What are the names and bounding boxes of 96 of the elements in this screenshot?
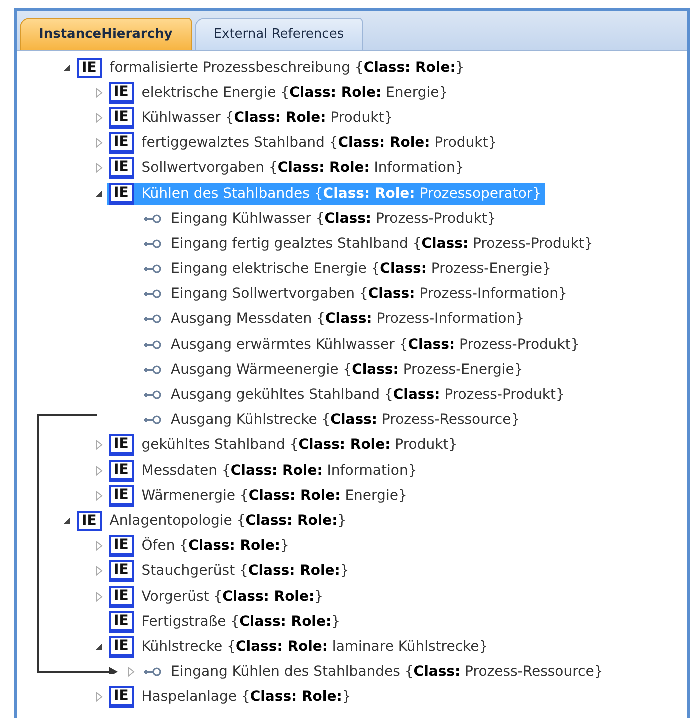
element-badge: IE <box>77 58 102 78</box>
item-label: formalisierte Prozessbeschreibung {Class: Role:} <box>110 60 465 76</box>
element-badge: IE <box>109 182 134 205</box>
tree-item[interactable]: IE gekühltes Stahlband {Class: Role: Produkt} <box>107 434 461 456</box>
plug-icon <box>143 340 163 350</box>
item-label: Sollwertvorgaben {Class: Role: Information} <box>142 160 464 176</box>
tree-item[interactable]: Ausgang Wärmeenergie {Class: Prozess-Energie} <box>139 358 526 381</box>
plug-icon <box>143 415 163 426</box>
tree-item[interactable]: Eingang Sollwertvorgaben {Class: Prozess-Information} <box>139 283 570 306</box>
collapsed-arrow-icon[interactable] <box>96 566 102 576</box>
tab[interactable]: InstanceHierarchy <box>20 18 192 50</box>
element-badge: IE <box>109 535 134 558</box>
element-badge: IE <box>109 82 134 104</box>
tree-item[interactable]: Ausgang Messdaten {Class: Prozess-Information} <box>139 308 528 330</box>
item-label: fertiggewalztes Stahlband {Class: Role: Produkt} <box>142 135 498 152</box>
tree-item[interactable]: IE elektrische Energie {Class: Role: Energie} <box>107 82 452 104</box>
item-label: Eingang fertig gealztes Stahlband {Class: Prozess-Produkt} <box>171 236 594 252</box>
expanded-arrow-icon[interactable] <box>63 516 71 525</box>
element-badge: IE <box>77 510 102 531</box>
element-badge: IE <box>109 560 134 582</box>
tab[interactable]: External References <box>194 18 364 50</box>
collapsed-arrow-icon[interactable] <box>128 667 134 678</box>
item-label: Stauchgerüst {Class: Role:} <box>142 563 350 580</box>
expanded-arrow-icon[interactable] <box>63 64 71 72</box>
item-label: Eingang Kühlwasser {Class: Prozess-Produkt} <box>171 210 496 227</box>
element-badge: IE <box>109 460 134 482</box>
tree-item[interactable]: IE Kühlwasser {Class: Role: Produkt} <box>107 106 396 129</box>
element-badge: IE <box>109 434 134 456</box>
expanded-arrow-icon[interactable] <box>95 190 103 198</box>
element-badge: IE <box>109 106 134 129</box>
collapsed-arrow-icon[interactable] <box>96 592 102 602</box>
item-label: elektrische Energie {Class: Role: Energie} <box>142 84 448 101</box>
item-label: Vorgerüst {Class: Role:} <box>142 588 324 605</box>
tree-item[interactable]: IE Sollwertvorgaben {Class: Role: Information} <box>107 157 468 180</box>
expanded-arrow-icon[interactable] <box>95 642 103 651</box>
plug-icon <box>143 667 163 678</box>
item-label: Eingang Kühlen des Stahlbandes {Class: Prozess-Ressource} <box>171 664 604 680</box>
plug-icon <box>143 238 163 249</box>
item-label: Ausgang Wärmeenergie {Class: Prozess-Energie} <box>171 362 524 378</box>
item-label: Kühlwasser {Class: Role: Produkt} <box>142 110 394 126</box>
item-label: Kühlen des Stahlbandes {Class: Role: Prozessoperator} <box>142 186 542 202</box>
element-badge: IE <box>109 157 134 180</box>
element-badge: IE <box>109 484 134 507</box>
tree-item[interactable]: IE Haspelanlage {Class: Role:} <box>107 686 354 708</box>
tree-item[interactable]: Ausgang erwärmtes Kühlwasser {Class: Prozess-Produkt} <box>139 334 583 356</box>
tree-item[interactable]: IE Messdaten {Class: Role: Information} <box>107 460 420 482</box>
element-badge: IE <box>109 610 134 633</box>
collapsed-arrow-icon[interactable] <box>96 466 102 476</box>
plug-icon <box>143 390 163 400</box>
item-label: Kühlstrecke {Class: Role: laminare Kühlstrecke} <box>142 638 488 655</box>
collapsed-arrow-icon[interactable] <box>96 163 102 174</box>
tree-item[interactable]: IE Kühlen des Stahlbandes {Class: Role: Prozessoperator} <box>107 182 545 205</box>
collapsed-arrow-icon[interactable] <box>96 692 102 702</box>
item-label: Ausgang Messdaten {Class: Prozess-Information} <box>171 311 525 328</box>
item-label: Ausgang erwärmtes Kühlwasser {Class: Prozess-Produkt} <box>171 336 580 353</box>
element-badge: IE <box>109 132 134 154</box>
collapsed-arrow-icon[interactable] <box>96 138 102 148</box>
element-badge: IE <box>109 636 134 658</box>
collapsed-arrow-icon[interactable] <box>96 112 102 123</box>
tree-item[interactable]: IE Anlagentopologie {Class: Role:} <box>75 510 350 532</box>
item-label: Ausgang gekühltes Stahlband {Class: Prozess-Produkt} <box>171 387 565 404</box>
collapsed-arrow-icon[interactable] <box>96 541 102 552</box>
tree-item[interactable]: IE formalisierte Prozessbeschreibung {Class: Role:} <box>75 56 468 79</box>
tree-item[interactable]: IE Wärmenergie {Class: Role: Energie} <box>107 484 410 507</box>
item-label: Wärmenergie {Class: Role: Energie} <box>142 488 408 504</box>
plug-icon <box>143 314 163 324</box>
plug-icon <box>143 264 163 274</box>
tree-item[interactable]: Ausgang gekühltes Stahlband {Class: Prozess-Produkt} <box>139 384 568 406</box>
tree-item[interactable]: Eingang Kühlen des Stahlbandes {Class: Prozess-Ressource} <box>139 661 606 684</box>
element-badge: IE <box>109 686 134 708</box>
item-label: Haspelanlage {Class: Role:} <box>142 689 352 706</box>
tree-item[interactable]: IE Kühlstrecke {Class: Role: laminare Kühlstrecke} <box>107 636 492 658</box>
tree-item[interactable]: IE fertiggewalztes Stahlband {Class: Role: Produkt} <box>107 132 500 154</box>
collapsed-arrow-icon[interactable] <box>96 88 102 98</box>
item-label: Messdaten {Class: Role: Information} <box>142 462 418 479</box>
tree-item[interactable]: Eingang elektrische Energie {Class: Prozess-Energie} <box>139 258 554 280</box>
item-label: Ausgang Kühlstrecke {Class: Prozess-Ressource} <box>171 412 520 428</box>
plug-icon <box>143 214 163 224</box>
tree-item[interactable]: IE Vorgerüst {Class: Role:} <box>107 586 326 608</box>
item-label: Öfen {Class: Role:} <box>142 538 290 554</box>
item-label: gekühltes Stahlband {Class: Role: Produkt} <box>142 437 458 454</box>
item-label: Anlagentopologie {Class: Role:} <box>110 512 347 529</box>
item-label: Eingang elektrische Energie {Class: Prozess-Energie} <box>171 261 552 278</box>
plug-icon <box>143 364 163 375</box>
element-badge: IE <box>109 586 134 608</box>
item-label: Eingang Sollwertvorgaben {Class: Prozess-Information} <box>171 286 568 302</box>
item-label: Fertigstraße {Class: Role:} <box>142 614 340 630</box>
tree-item[interactable]: IE Öfen {Class: Role:} <box>107 535 292 558</box>
tree-item[interactable]: Ausgang Kühlstrecke {Class: Prozess-Ressource} <box>139 409 524 432</box>
plug-icon <box>143 289 163 300</box>
collapsed-arrow-icon[interactable] <box>96 490 102 501</box>
tree-item[interactable]: Eingang fertig gealztes Stahlband {Class: Prozess-Produkt} <box>139 232 596 255</box>
tree-item[interactable]: IE Stauchgerüst {Class: Role:} <box>107 560 352 582</box>
tree-item[interactable]: IE Fertigstraße {Class: Role:} <box>107 610 344 633</box>
collapsed-arrow-icon[interactable] <box>96 440 102 450</box>
tree-item[interactable]: Eingang Kühlwasser {Class: Prozess-Produkt} <box>139 208 500 230</box>
